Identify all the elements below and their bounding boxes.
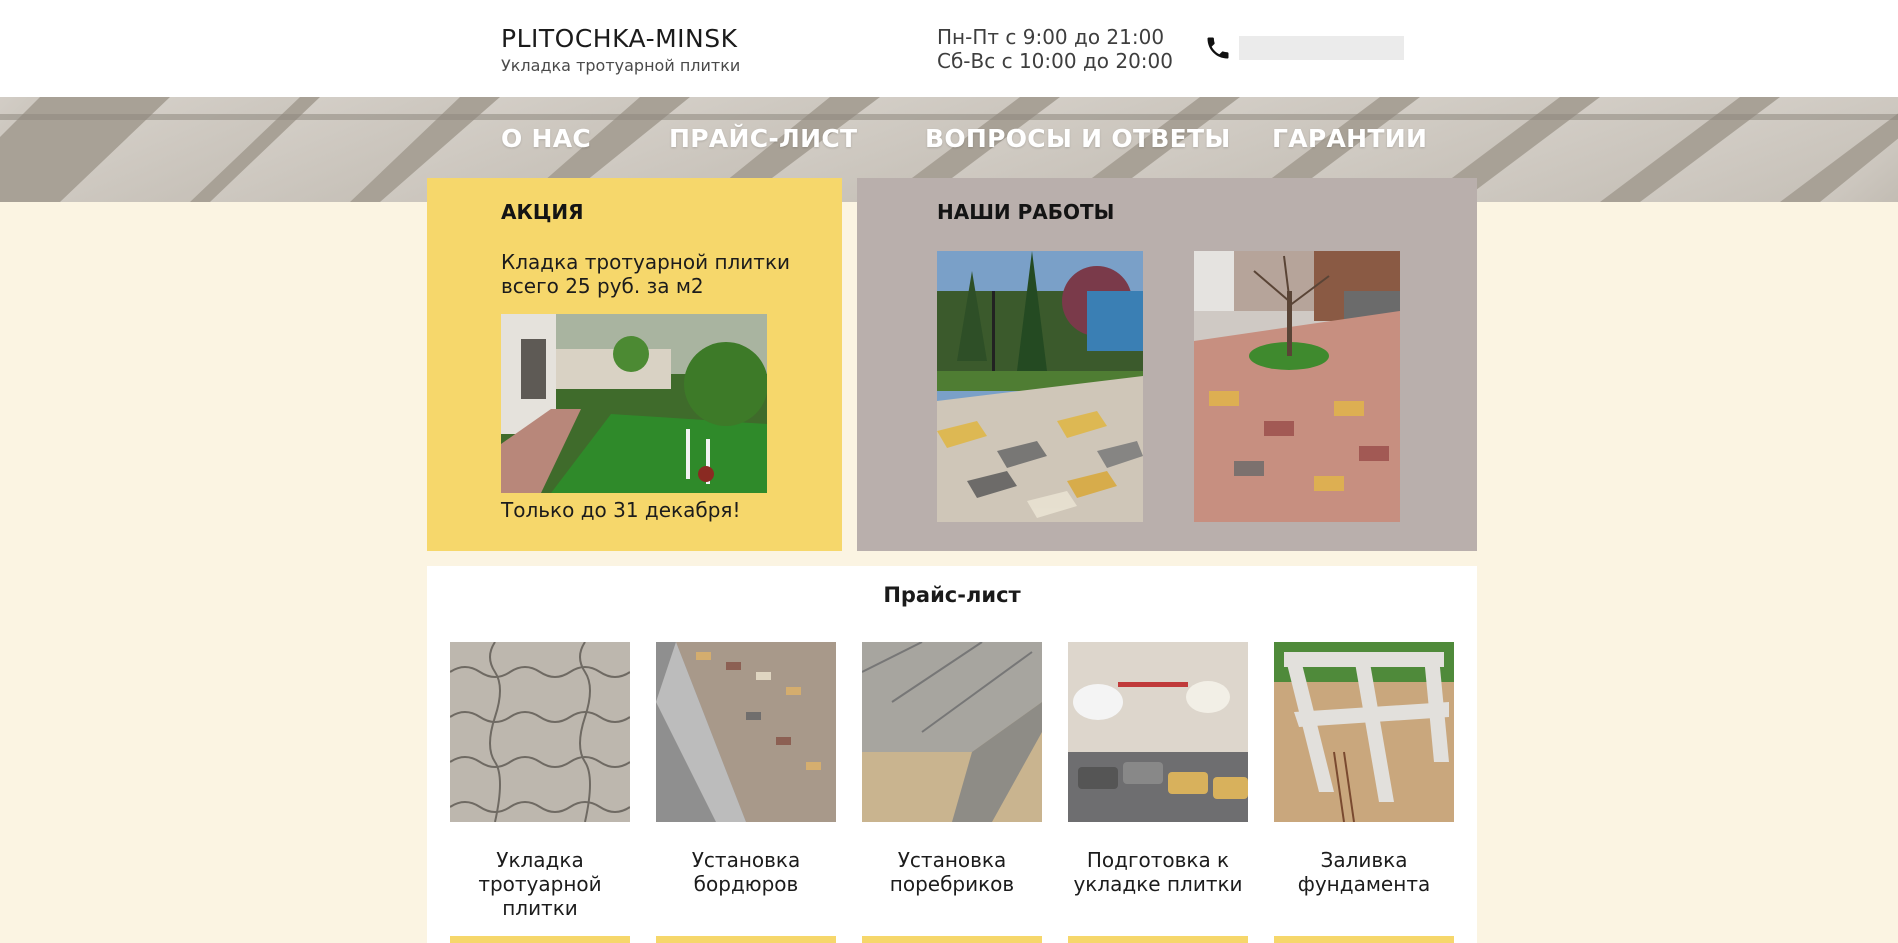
service-label: Подготовка к укладке плитки [1068,848,1248,896]
pricelist-section: Прайс-лист Укладка тротуарной плитки Уст… [427,566,1477,943]
promo-garden-photo [501,314,767,493]
service-label-line: Укладка [496,848,584,872]
service-label-line: Установка [897,848,1007,872]
hours-weekdays: Пн-Пт с 9:00 до 21:00 [937,25,1165,49]
service-card[interactable]: Укладка тротуарной плитки [450,642,630,920]
service-label-line: Установка [691,848,801,872]
promo-text: Кладка тротуарной плитки всего 25 руб. з… [501,250,790,298]
service-photo-preparation[interactable] [1068,642,1248,822]
hours-weekend: Сб-Вс с 10:00 до 20:00 [937,49,1173,73]
service-label-line: Заливка [1320,848,1408,872]
service-card[interactable]: Установка поребриков [862,642,1042,896]
working-hours: Пн-Пт с 9:00 до 21:00 Сб-Вс с 10:00 до 2… [937,25,1173,73]
works-panel: НАШИ РАБОТЫ [857,178,1477,551]
site-header: PLITOCHKA-MINSK Укладка тротуарной плитк… [0,0,1898,97]
brand[interactable]: PLITOCHKA-MINSK Укладка тротуарной плитк… [501,24,740,75]
service-label: Установка поребриков [862,848,1042,896]
promo-title: АКЦИЯ [501,200,584,224]
nav-item-pricelist[interactable]: ПРАЙС-ЛИСТ [669,124,857,153]
service-label-line: тротуарной [478,872,602,896]
brand-name[interactable]: PLITOCHKA-MINSK [501,24,740,53]
promo-text-line: всего 25 руб. за м2 [501,274,704,298]
service-order-button[interactable] [862,936,1042,943]
phone-icon [1207,37,1229,59]
work-photo[interactable] [937,251,1143,522]
service-card[interactable]: Подготовка к укладке плитки [1068,642,1248,896]
service-label-line: плитки [502,896,578,920]
service-label: Укладка тротуарной плитки [450,848,630,920]
service-label: Заливка фундамента [1274,848,1454,896]
service-photo-curbs[interactable] [656,642,836,822]
promo-panel: АКЦИЯ Кладка тротуарной плитки всего 25 … [427,178,842,551]
service-label: Установка бордюров [656,848,836,896]
service-label-line: поребриков [889,872,1015,896]
service-order-button[interactable] [1068,936,1248,943]
service-card[interactable]: Установка бордюров [656,642,836,896]
service-order-button[interactable] [656,936,836,943]
service-label-line: укладке плитки [1073,872,1243,896]
phone-number-field[interactable] [1239,36,1404,60]
service-order-button[interactable] [450,936,630,943]
nav-item-about[interactable]: О НАС [501,124,591,153]
work-photo[interactable] [1194,251,1400,522]
promo-deadline: Только до 31 декабря! [501,498,741,522]
service-label-line: фундамента [1297,872,1431,896]
pricelist-title: Прайс-лист [883,583,1021,607]
works-title: НАШИ РАБОТЫ [937,200,1115,224]
service-photo-paving[interactable] [450,642,630,822]
service-photo-borders[interactable] [862,642,1042,822]
nav-item-faq[interactable]: ВОПРОСЫ И ОТВЕТЫ [925,124,1231,153]
service-label-line: Подготовка к [1086,848,1230,872]
promo-text-line: Кладка тротуарной плитки [501,250,791,274]
brand-subtitle: Укладка тротуарной плитки [501,56,741,75]
service-photo-foundation[interactable] [1274,642,1454,822]
service-label-line: бордюров [693,872,799,896]
nav-item-guarantees[interactable]: ГАРАНТИИ [1272,124,1427,153]
service-order-button[interactable] [1274,936,1454,943]
service-card[interactable]: Заливка фундамента [1274,642,1454,896]
